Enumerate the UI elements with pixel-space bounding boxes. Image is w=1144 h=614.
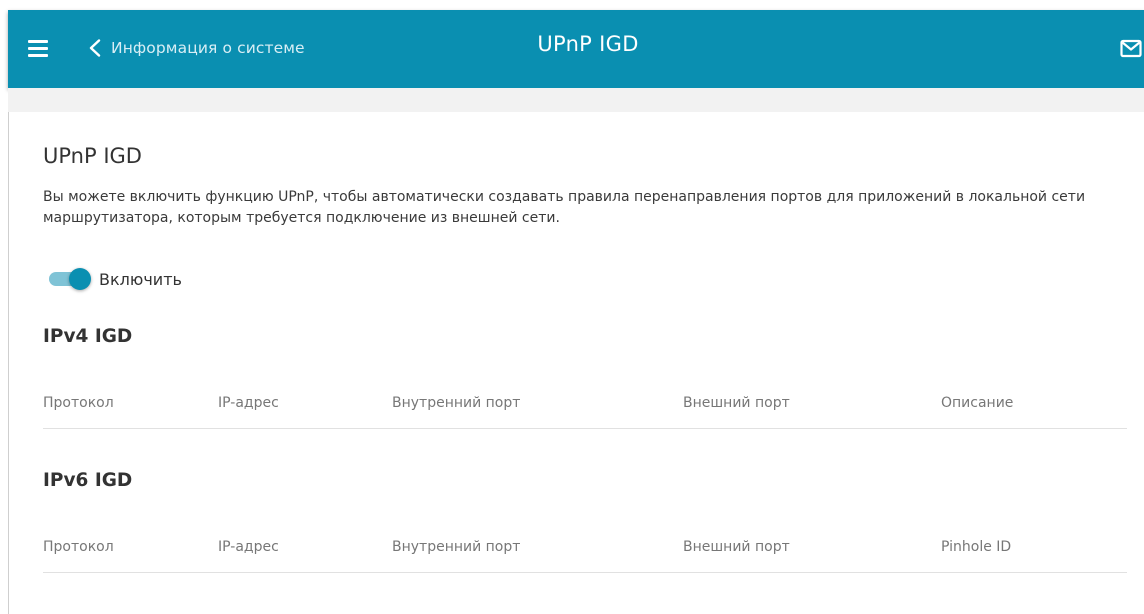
header-divider-strip (8, 88, 1144, 112)
column-header-pinhole-id: Pinhole ID (941, 539, 1012, 555)
enable-toggle-label: Включить (99, 269, 182, 289)
back-link[interactable]: Информация о системе (88, 35, 305, 61)
column-header-ip-address: IP-адрес (218, 395, 279, 411)
chevron-left-icon (89, 39, 101, 57)
content-card: UPnP IGD Вы можете включить функцию UPnP… (8, 112, 1144, 614)
back-link-label: Информация о системе (111, 39, 305, 57)
ipv4-table-header: Протокол IP-адрес Внутренний порт Внешни… (43, 389, 1127, 429)
mail-icon[interactable] (1120, 39, 1142, 59)
column-header-external-port: Внешний порт (683, 539, 790, 555)
column-header-protocol: Протокол (43, 395, 114, 411)
column-header-internal-port: Внутренний порт (392, 395, 521, 411)
page: Информация о системе UPnP IGD UPnP IGD В… (0, 0, 1144, 614)
page-header-title: UPnP IGD (537, 32, 639, 56)
enable-toggle[interactable] (47, 267, 91, 291)
enable-toggle-row: Включить (47, 267, 182, 291)
column-header-ip-address: IP-адрес (218, 539, 279, 555)
top-header: Информация о системе UPnP IGD (8, 10, 1144, 88)
column-header-protocol: Протокол (43, 539, 114, 555)
column-header-description: Описание (941, 395, 1014, 411)
page-title: UPnP IGD (43, 144, 142, 168)
menu-icon[interactable] (28, 40, 48, 58)
column-header-external-port: Внешний порт (683, 395, 790, 411)
toggle-knob (69, 268, 91, 290)
column-header-internal-port: Внутренний порт (392, 539, 521, 555)
ipv6-table-header: Протокол IP-адрес Внутренний порт Внешни… (43, 533, 1127, 573)
ipv6-section-title: IPv6 IGD (43, 470, 133, 491)
ipv4-section-title: IPv4 IGD (43, 326, 133, 347)
page-description: Вы можете включить функцию UPnP, чтобы а… (43, 189, 1086, 226)
